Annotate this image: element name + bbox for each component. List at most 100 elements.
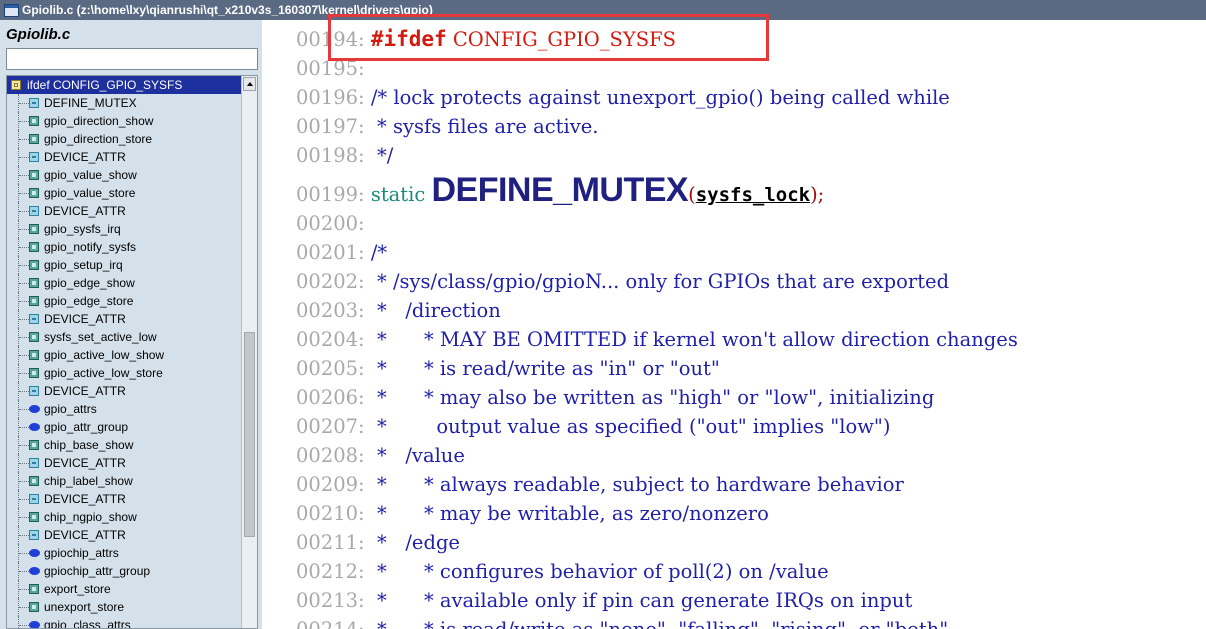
code-line: 00200:	[296, 209, 371, 238]
symbol-item-label: gpio_edge_show	[44, 276, 135, 290]
symbol-item[interactable]: gpio_attr_group	[7, 418, 243, 436]
code-line: 00194: #ifdef CONFIG_GPIO_SYSFS	[296, 25, 676, 54]
code-line: 00211: * /edge	[296, 528, 460, 557]
symbol-item[interactable]: gpio_active_low_store	[7, 364, 243, 382]
code-token: * * may be writable, as zero/nonzero	[370, 502, 769, 525]
function-icon	[29, 170, 39, 180]
symbol-item-label: gpiochip_attr_group	[44, 564, 151, 578]
symbol-item[interactable]: DEVICE_ATTR	[7, 202, 243, 220]
symbol-item[interactable]: DEFINE_MUTEX	[7, 94, 243, 112]
symbol-item-label: gpio_value_show	[44, 168, 137, 182]
symbol-item-label: export_store	[44, 582, 111, 596]
code-token: * /value	[370, 444, 465, 467]
symbol-item[interactable]: gpio_sysfs_irq	[7, 220, 243, 238]
symbol-item[interactable]: gpio_direction_show	[7, 112, 243, 130]
variable-icon	[29, 405, 40, 413]
symbol-item-label: DEVICE_ATTR	[44, 492, 126, 506]
code-token: * * MAY BE OMITTED if kernel won't allow…	[370, 328, 1018, 351]
code-line: 00204: * * MAY BE OMITTED if kernel won'…	[296, 325, 1018, 354]
code-token: * * is read/write as "none", "falling", …	[371, 618, 948, 629]
symbol-item-label: gpio_active_low_show	[44, 348, 165, 362]
code-line: 00195:	[296, 54, 371, 83]
code-token: /* lock protects against unexport_gpio()…	[370, 86, 950, 109]
symbol-item[interactable]: DEVICE_ATTR	[7, 526, 243, 544]
code-line: 00203: * /direction	[296, 296, 501, 325]
symbol-item[interactable]: gpio_attrs	[7, 400, 243, 418]
symbol-item-label: gpio_active_low_store	[44, 366, 163, 380]
symbol-item[interactable]: gpio_notify_sysfs	[7, 238, 243, 256]
line-number: 00207:	[296, 415, 365, 438]
symbol-panel: Gpiolib.c ifdef CONFIG_GPIO_SYSFS DEFINE_…	[0, 20, 262, 629]
scrollbar-thumb[interactable]	[244, 332, 255, 537]
function-icon	[29, 350, 39, 360]
code-line: 00210: * * may be writable, as zero/nonz…	[296, 499, 769, 528]
code-token: * * configures behavior of poll(2) on /v…	[370, 560, 829, 583]
symbol-item-label: gpio_attrs	[44, 402, 97, 416]
line-number: 00199:	[296, 183, 365, 206]
symbol-item[interactable]: gpiochip_attrs	[7, 544, 243, 562]
function-icon	[29, 242, 39, 252]
symbol-item[interactable]: gpio_edge_store	[7, 292, 243, 310]
function-icon	[29, 332, 39, 342]
variable-icon	[29, 549, 40, 557]
line-number: 00206:	[296, 386, 365, 409]
code-token: * /direction	[370, 299, 501, 322]
symbol-item[interactable]: chip_ngpio_show	[7, 508, 243, 526]
symbol-item[interactable]: gpio_value_store	[7, 184, 243, 202]
scroll-up-arrow-icon[interactable]	[243, 77, 256, 91]
symbol-item[interactable]: gpio_edge_show	[7, 274, 243, 292]
code-line: 00214: * * is read/write as "none", "fal…	[296, 615, 948, 629]
code-token: * * available only if pin can generate I…	[370, 589, 913, 612]
symbol-item-label: gpio_value_store	[44, 186, 136, 200]
function-icon	[29, 296, 39, 306]
symbol-search-input[interactable]	[6, 48, 258, 70]
code-token: DEFINE_MUTEX	[431, 171, 689, 209]
symbol-item[interactable]: gpio_setup_irq	[7, 256, 243, 274]
symbol-item[interactable]: DEVICE_ATTR	[7, 454, 243, 472]
symbol-item[interactable]: chip_base_show	[7, 436, 243, 454]
symbol-item-label: gpio_direction_show	[44, 114, 154, 128]
symbol-item[interactable]: DEVICE_ATTR	[7, 382, 243, 400]
symbol-list-scrollbar[interactable]	[241, 76, 257, 628]
symbol-item[interactable]: gpio_direction_store	[7, 130, 243, 148]
symbol-item[interactable]: DEVICE_ATTR	[7, 310, 243, 328]
window-title-bar[interactable]: Gpiolib.c (z:\home\lxy\qianrushi\qt_x210…	[0, 0, 1206, 20]
variable-icon	[29, 567, 40, 575]
line-number: 00210:	[296, 502, 365, 525]
symbol-item[interactable]: gpio_class_attrs	[7, 616, 243, 628]
function-icon	[29, 368, 39, 378]
symbol-item[interactable]: chip_label_show	[7, 472, 243, 490]
symbol-item[interactable]: gpio_value_show	[7, 166, 243, 184]
function-icon	[29, 440, 39, 450]
function-icon	[29, 188, 39, 198]
function-icon	[29, 224, 39, 234]
symbol-item[interactable]: DEVICE_ATTR	[7, 148, 243, 166]
code-line: 00197: * sysfs files are active.	[296, 112, 598, 141]
symbol-item[interactable]: gpiochip_attr_group	[7, 562, 243, 580]
code-token: #ifdef	[370, 27, 447, 51]
symbol-item-selected[interactable]: ifdef CONFIG_GPIO_SYSFS	[7, 76, 243, 94]
code-token: static	[370, 183, 432, 206]
macro-icon	[29, 152, 39, 162]
macro-icon	[29, 386, 39, 396]
line-number: 00211:	[296, 531, 365, 554]
macro-icon	[29, 206, 39, 216]
code-token: * * is read/write as "in" or "out"	[370, 357, 720, 380]
symbol-item[interactable]: sysfs_set_active_low	[7, 328, 243, 346]
code-editor[interactable]: 00194: #ifdef CONFIG_GPIO_SYSFS 00195: 00…	[262, 20, 1206, 629]
ifdef-icon	[11, 80, 21, 90]
symbol-item[interactable]: export_store	[7, 580, 243, 598]
function-icon	[29, 278, 39, 288]
code-token: * /sys/class/gpio/gpioN... only for GPIO…	[370, 270, 950, 293]
line-number: 00204:	[296, 328, 365, 351]
symbol-list[interactable]: ifdef CONFIG_GPIO_SYSFS DEFINE_MUTEX gpio_…	[6, 75, 258, 629]
line-number: 00196:	[296, 86, 365, 109]
symbol-item[interactable]: unexport_store	[7, 598, 243, 616]
line-number: 00201:	[296, 241, 365, 264]
code-token: * sysfs files are active.	[370, 115, 599, 138]
symbol-item[interactable]: DEVICE_ATTR	[7, 490, 243, 508]
code-line: 00202: * /sys/class/gpio/gpioN... only f…	[296, 267, 949, 296]
symbol-item[interactable]: gpio_active_low_show	[7, 346, 243, 364]
code-line: 00198: */	[296, 141, 393, 170]
line-number: 00214:	[296, 618, 365, 629]
